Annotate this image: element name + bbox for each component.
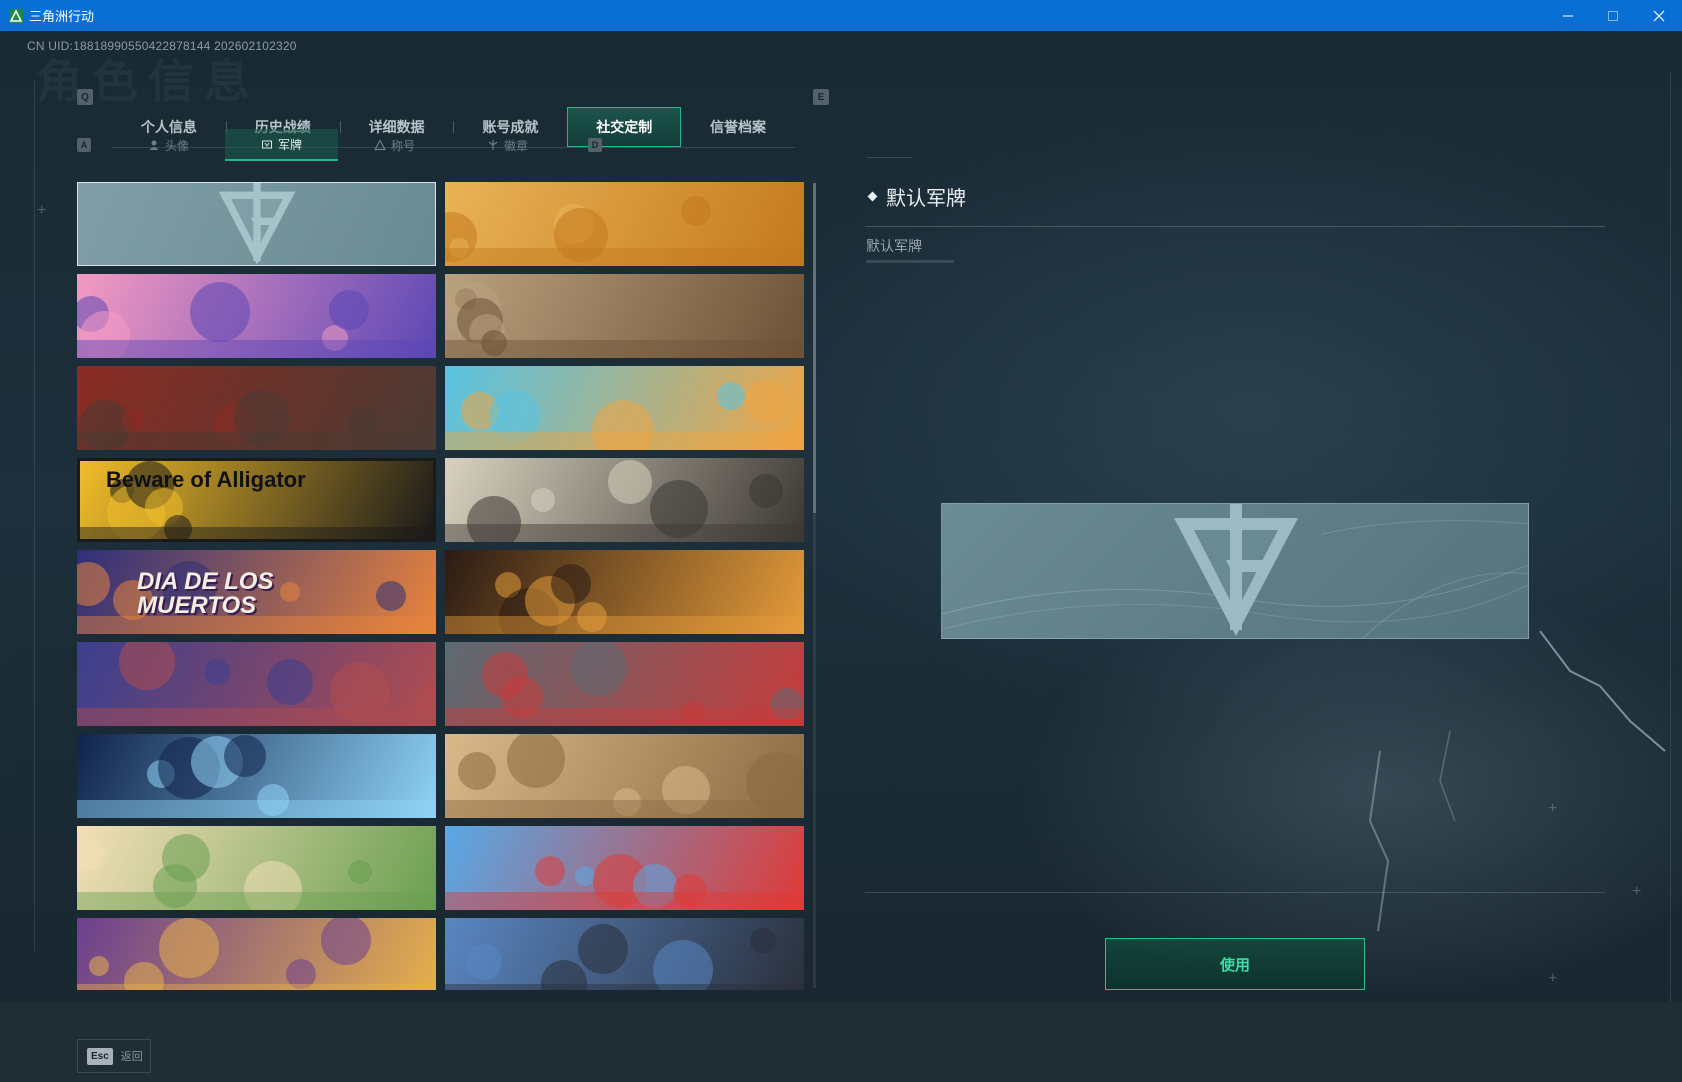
close-icon bbox=[1653, 10, 1665, 21]
scrollbar-thumb[interactable] bbox=[813, 183, 816, 513]
frame-line bbox=[866, 157, 912, 158]
card-artwork bbox=[77, 834, 436, 910]
detail-description: 默认军牌 bbox=[866, 238, 922, 254]
window-title: 三角洲行动 bbox=[29, 9, 95, 24]
frame-line bbox=[34, 81, 35, 951]
maximize-button[interactable] bbox=[1590, 0, 1636, 31]
card-artwork bbox=[445, 282, 804, 358]
dogtag-card-stadium-archer[interactable] bbox=[445, 918, 804, 990]
bottom-bar bbox=[0, 1002, 1682, 1082]
dogtag-card-skeleton-space[interactable] bbox=[77, 734, 436, 818]
delta-force-logo-icon bbox=[218, 183, 296, 265]
back-button[interactable]: Esc 返回 bbox=[77, 1039, 151, 1073]
title-bar: 三角洲行动 bbox=[0, 0, 1682, 31]
dogtag-preview bbox=[941, 503, 1529, 639]
triangle-icon bbox=[373, 139, 386, 151]
tab-credit-record[interactable]: 信誉档案 bbox=[681, 107, 795, 147]
dogtag-card-beware-alligator[interactable]: Beware of Alligator bbox=[77, 458, 436, 542]
dogtag-card-parchment-mech[interactable] bbox=[445, 734, 804, 818]
dogtag-card-pixel-game[interactable] bbox=[445, 642, 804, 726]
dogtag-card-pink-train[interactable] bbox=[77, 274, 436, 358]
subtab-title[interactable]: 称号 bbox=[338, 129, 451, 161]
bottom-divider bbox=[865, 892, 1605, 893]
detail-divider bbox=[865, 226, 1605, 227]
crosshair-icon: + bbox=[37, 202, 47, 219]
card-caption: DIA DE LOS MUERTOS bbox=[137, 568, 274, 619]
detail-title: 默认军牌 bbox=[886, 188, 966, 210]
subtab-dogtag[interactable]: 军牌 bbox=[225, 129, 338, 161]
back-label: 返回 bbox=[120, 1051, 143, 1063]
delta-force-logo-icon bbox=[1174, 504, 1298, 636]
badge-icon bbox=[261, 140, 272, 149]
diamond-icon bbox=[867, 191, 878, 202]
uid-text: CN UID:18818990550422878144 202602102320 bbox=[27, 39, 297, 53]
card-artwork bbox=[445, 734, 804, 818]
dogtag-card-dia-de-los-muertos[interactable]: DIA DE LOS MUERTOS bbox=[77, 550, 436, 634]
game-scene: 角色信息 CN UID:18818990550422878144 2026021… bbox=[0, 31, 1682, 1082]
lightning-decoration bbox=[1368, 631, 1666, 932]
detail-subline bbox=[866, 260, 954, 263]
dogtag-card-default[interactable] bbox=[77, 182, 436, 266]
dogtag-card-knight-windmill[interactable] bbox=[445, 458, 804, 542]
maximize-icon bbox=[1608, 10, 1618, 21]
next-tab-key[interactable]: E bbox=[813, 89, 829, 105]
card-artwork bbox=[445, 854, 804, 910]
dogtag-card-party-chibi[interactable] bbox=[77, 918, 436, 990]
close-button[interactable] bbox=[1636, 0, 1682, 31]
dogtag-card-beach-bbq[interactable] bbox=[445, 366, 804, 450]
card-artwork bbox=[445, 642, 804, 726]
dogtag-card-graveyard[interactable] bbox=[77, 642, 436, 726]
minimize-icon bbox=[1563, 15, 1573, 16]
card-artwork bbox=[445, 196, 804, 266]
dogtag-grid: Beware of Alligator DIA DE LOS MUERTOS bbox=[77, 182, 806, 990]
prev-tab-key[interactable]: Q bbox=[77, 89, 93, 105]
dogtag-card-fries-mascot[interactable] bbox=[445, 826, 804, 910]
card-artwork bbox=[445, 564, 804, 634]
dogtag-card-candle-swan[interactable] bbox=[445, 550, 804, 634]
person-icon bbox=[149, 140, 159, 150]
tab-social-customization[interactable]: 社交定制 bbox=[567, 107, 682, 147]
minimize-button[interactable] bbox=[1545, 0, 1591, 31]
subtab-emblem[interactable]: 徽章 bbox=[451, 129, 564, 161]
dogtag-card-soldiers-red[interactable] bbox=[77, 366, 436, 450]
next-subtab-key[interactable]: D bbox=[588, 138, 602, 152]
card-artwork bbox=[77, 642, 436, 726]
card-artwork bbox=[445, 924, 804, 990]
card-artwork bbox=[77, 282, 436, 358]
esc-key-icon: Esc bbox=[87, 1047, 113, 1065]
use-button[interactable]: 使用 bbox=[1105, 938, 1365, 990]
dogtag-card-desert-surreal[interactable] bbox=[445, 182, 804, 266]
subtab-avatar[interactable]: 头像 bbox=[112, 129, 225, 161]
card-artwork bbox=[77, 918, 436, 990]
detail-header: 默认军牌 bbox=[867, 182, 966, 211]
dogtag-card-western-town[interactable] bbox=[445, 274, 804, 358]
dogtag-card-kitchen-chibi[interactable] bbox=[77, 826, 436, 910]
card-caption: Beware of Alligator bbox=[106, 467, 306, 492]
card-artwork bbox=[77, 735, 436, 818]
card-artwork bbox=[445, 460, 804, 542]
sub-tabs: 头像 军牌 称号 徽章 bbox=[112, 129, 566, 161]
emblem-icon bbox=[488, 140, 498, 150]
card-artwork bbox=[445, 380, 804, 450]
card-artwork bbox=[77, 390, 436, 450]
app-icon bbox=[9, 8, 23, 23]
prev-subtab-key[interactable]: A bbox=[77, 138, 91, 152]
